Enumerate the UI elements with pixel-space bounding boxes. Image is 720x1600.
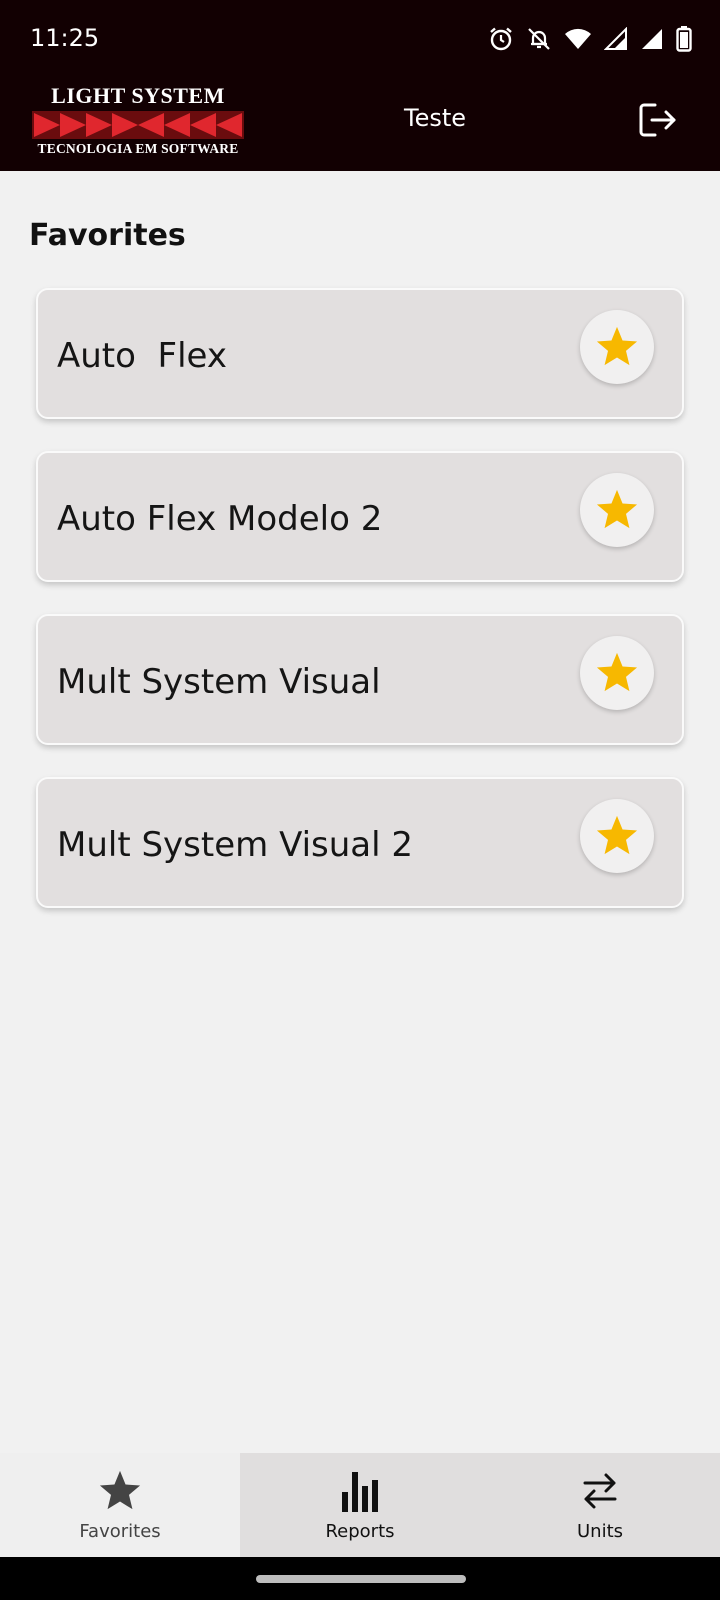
- nav-tab-reports[interactable]: Reports: [240, 1453, 480, 1557]
- logo: LIGHT SYSTEM TECNOLOGIA EM SOFTWARE: [32, 83, 244, 157]
- favorite-name: Auto Flex: [57, 336, 227, 376]
- alarm-icon: [488, 26, 514, 52]
- favorite-card[interactable]: Mult System Visual: [36, 614, 684, 745]
- favorite-toggle-button[interactable]: [580, 310, 654, 384]
- battery-icon: [676, 26, 692, 52]
- page-title: Favorites: [29, 218, 186, 253]
- favorite-name: Mult System Visual: [57, 662, 381, 702]
- favorite-card[interactable]: Mult System Visual 2: [36, 777, 684, 908]
- favorite-toggle-button[interactable]: [580, 799, 654, 873]
- bar-chart-icon: [342, 1472, 378, 1512]
- status-bar: 11:25: [0, 0, 720, 78]
- wifi-icon: [564, 27, 592, 51]
- signal-icon: [604, 27, 628, 51]
- logo-title: LIGHT SYSTEM: [51, 83, 225, 108]
- system-navigation-bar: [0, 1557, 720, 1600]
- status-time: 11:25: [30, 24, 100, 52]
- nav-tab-label: Favorites: [79, 1521, 161, 1542]
- nav-tab-label: Reports: [325, 1521, 395, 1542]
- star-icon: [596, 489, 638, 529]
- star-icon: [99, 1470, 141, 1510]
- logo-subtitle: TECNOLOGIA EM SOFTWARE: [37, 141, 239, 156]
- favorite-name: Auto Flex Modelo 2: [57, 499, 383, 539]
- nav-tab-favorites[interactable]: Favorites: [0, 1453, 240, 1557]
- star-icon: [596, 815, 638, 855]
- favorite-toggle-button[interactable]: [580, 636, 654, 710]
- home-gesture-handle[interactable]: [256, 1575, 466, 1583]
- favorite-card[interactable]: Auto Flex Modelo 2: [36, 451, 684, 582]
- app-header: LIGHT SYSTEM TECNOLOGIA EM SOFTWARE Test…: [0, 78, 720, 171]
- logout-icon: [639, 103, 676, 137]
- nav-tab-units[interactable]: Units: [480, 1453, 720, 1557]
- notifications-off-icon: [526, 26, 552, 52]
- nav-tab-label: Units: [576, 1521, 624, 1542]
- favorite-name: Mult System Visual 2: [57, 825, 414, 865]
- bottom-nav: Favorites Reports Units: [0, 1453, 720, 1557]
- logout-button[interactable]: [636, 98, 680, 142]
- logo-arrows-graphic: [32, 111, 244, 139]
- favorite-toggle-button[interactable]: [580, 473, 654, 547]
- header-title: Teste: [403, 104, 467, 132]
- star-icon: [596, 652, 638, 692]
- status-icons: [488, 24, 692, 54]
- swap-arrows-icon: [583, 1473, 617, 1509]
- favorites-list: Auto Flex Auto Flex Modelo 2 Mult System…: [36, 288, 684, 940]
- signal-icon: [640, 27, 664, 51]
- favorite-card[interactable]: Auto Flex: [36, 288, 684, 419]
- star-icon: [596, 326, 638, 366]
